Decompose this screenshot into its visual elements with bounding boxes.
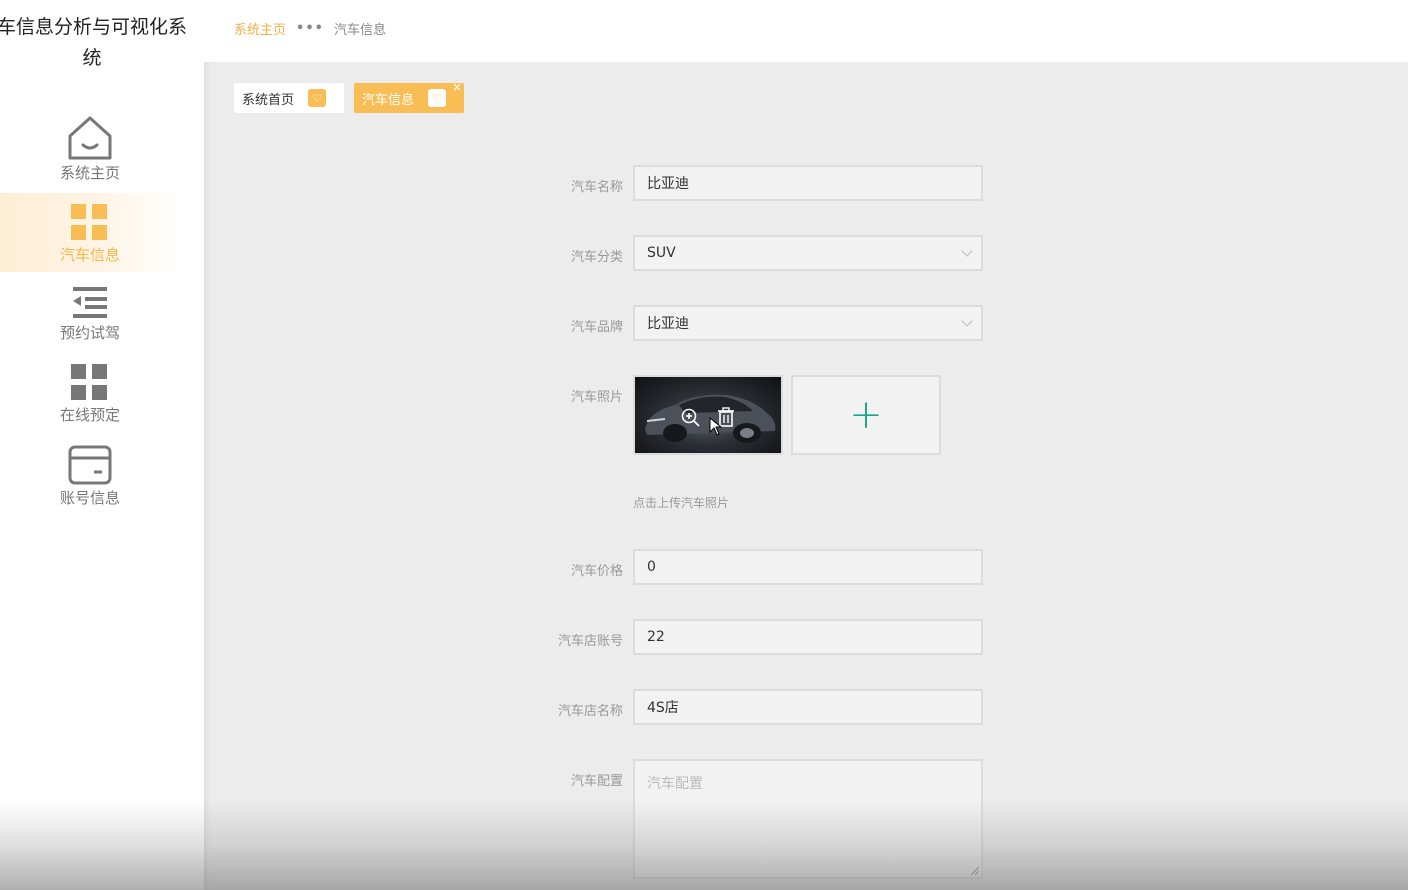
car-name-label: 汽车名称 [570, 180, 623, 195]
shop-account-label: 汽车店账号 [557, 634, 623, 649]
tab-system-home[interactable]: 系统首页 ♡ [234, 83, 344, 113]
car-price-value: 0 [647, 559, 656, 575]
car-name-value: 比亚迪 [647, 176, 689, 192]
app-title: 车信息分析与可视化系统 [0, 16, 187, 69]
plus-icon: + [849, 392, 883, 438]
resize-handle-icon[interactable] [969, 865, 979, 875]
tab-car-info[interactable]: 汽车信息 ♡ × [354, 80, 464, 113]
sidebar-item-label: 系统主页 [59, 164, 120, 182]
sidebar-item-account[interactable]: 账号信息 [0, 445, 180, 517]
car-config-placeholder: 汽车配置 [647, 776, 703, 792]
sidebar-item-label: 汽车信息 [59, 246, 120, 264]
car-config-textarea[interactable]: 汽车配置 [633, 759, 983, 879]
car-brand-select[interactable]: 比亚迪 [633, 305, 983, 341]
photo-upload-hint: 点击上传汽车照片 [633, 496, 730, 510]
card-icon [68, 445, 112, 485]
grid-icon [71, 364, 107, 400]
car-category-value: SUV [647, 245, 676, 261]
breadcrumb-current: 汽车信息 [333, 23, 386, 38]
sidebar-item-test-drive[interactable]: 预约试驾 [0, 286, 180, 352]
tab-label: 汽车信息 [362, 92, 415, 108]
shop-account-value: 22 [647, 629, 665, 645]
car-photo-thumbnail[interactable] [633, 375, 783, 455]
sidebar-item-label: 预约试驾 [59, 324, 120, 342]
photo-upload-button[interactable]: + [791, 375, 941, 455]
house-icon [68, 116, 112, 160]
car-category-select[interactable]: SUV [633, 235, 983, 271]
chevron-down-icon [961, 315, 973, 327]
chevron-down-icon [961, 245, 973, 257]
grid-icon [71, 204, 107, 240]
top-header: 系统主页 ••• 汽车信息 [204, 0, 1408, 62]
zoom-in-icon[interactable] [681, 408, 701, 428]
shop-name-input[interactable]: 4S店 [633, 689, 983, 725]
car-price-label: 汽车价格 [570, 564, 623, 579]
tab-label: 系统首页 [242, 92, 295, 108]
breadcrumb: 系统主页 ••• 汽车信息 [234, 19, 386, 38]
sidebar-item-car-info[interactable]: 汽车信息 [0, 193, 180, 272]
sidebar: 车信息分析与可视化系统 系统主页 汽车信息 预约试驾 在线预定 账号信息 [0, 0, 204, 890]
breadcrumb-home-link[interactable]: 系统主页 [234, 19, 286, 38]
heart-icon: ♡ [308, 89, 326, 107]
sidebar-item-online-booking[interactable]: 在线预定 [0, 364, 180, 430]
shop-account-input[interactable]: 22 [633, 619, 983, 655]
car-category-label: 汽车分类 [570, 250, 623, 265]
car-brand-label: 汽车品牌 [570, 320, 623, 335]
sidebar-item-home[interactable]: 系统主页 [0, 114, 180, 192]
heart-icon: ♡ [428, 89, 446, 107]
car-name-input[interactable]: 比亚迪 [633, 165, 983, 201]
close-icon[interactable]: × [452, 80, 462, 94]
car-brand-value: 比亚迪 [647, 316, 689, 332]
car-photo-image [645, 394, 776, 443]
sidebar-item-label: 账号信息 [59, 489, 120, 507]
breadcrumb-separator: ••• [296, 21, 324, 36]
shop-name-value: 4S店 [647, 700, 679, 716]
car-config-label: 汽车配置 [570, 774, 623, 789]
car-photo-label: 汽车照片 [570, 390, 623, 405]
car-price-input[interactable]: 0 [633, 549, 983, 585]
list-indent-icon [73, 287, 107, 318]
mouse-cursor-icon [709, 417, 723, 436]
sidebar-item-label: 在线预定 [59, 406, 120, 424]
shop-name-label: 汽车店名称 [557, 704, 623, 719]
